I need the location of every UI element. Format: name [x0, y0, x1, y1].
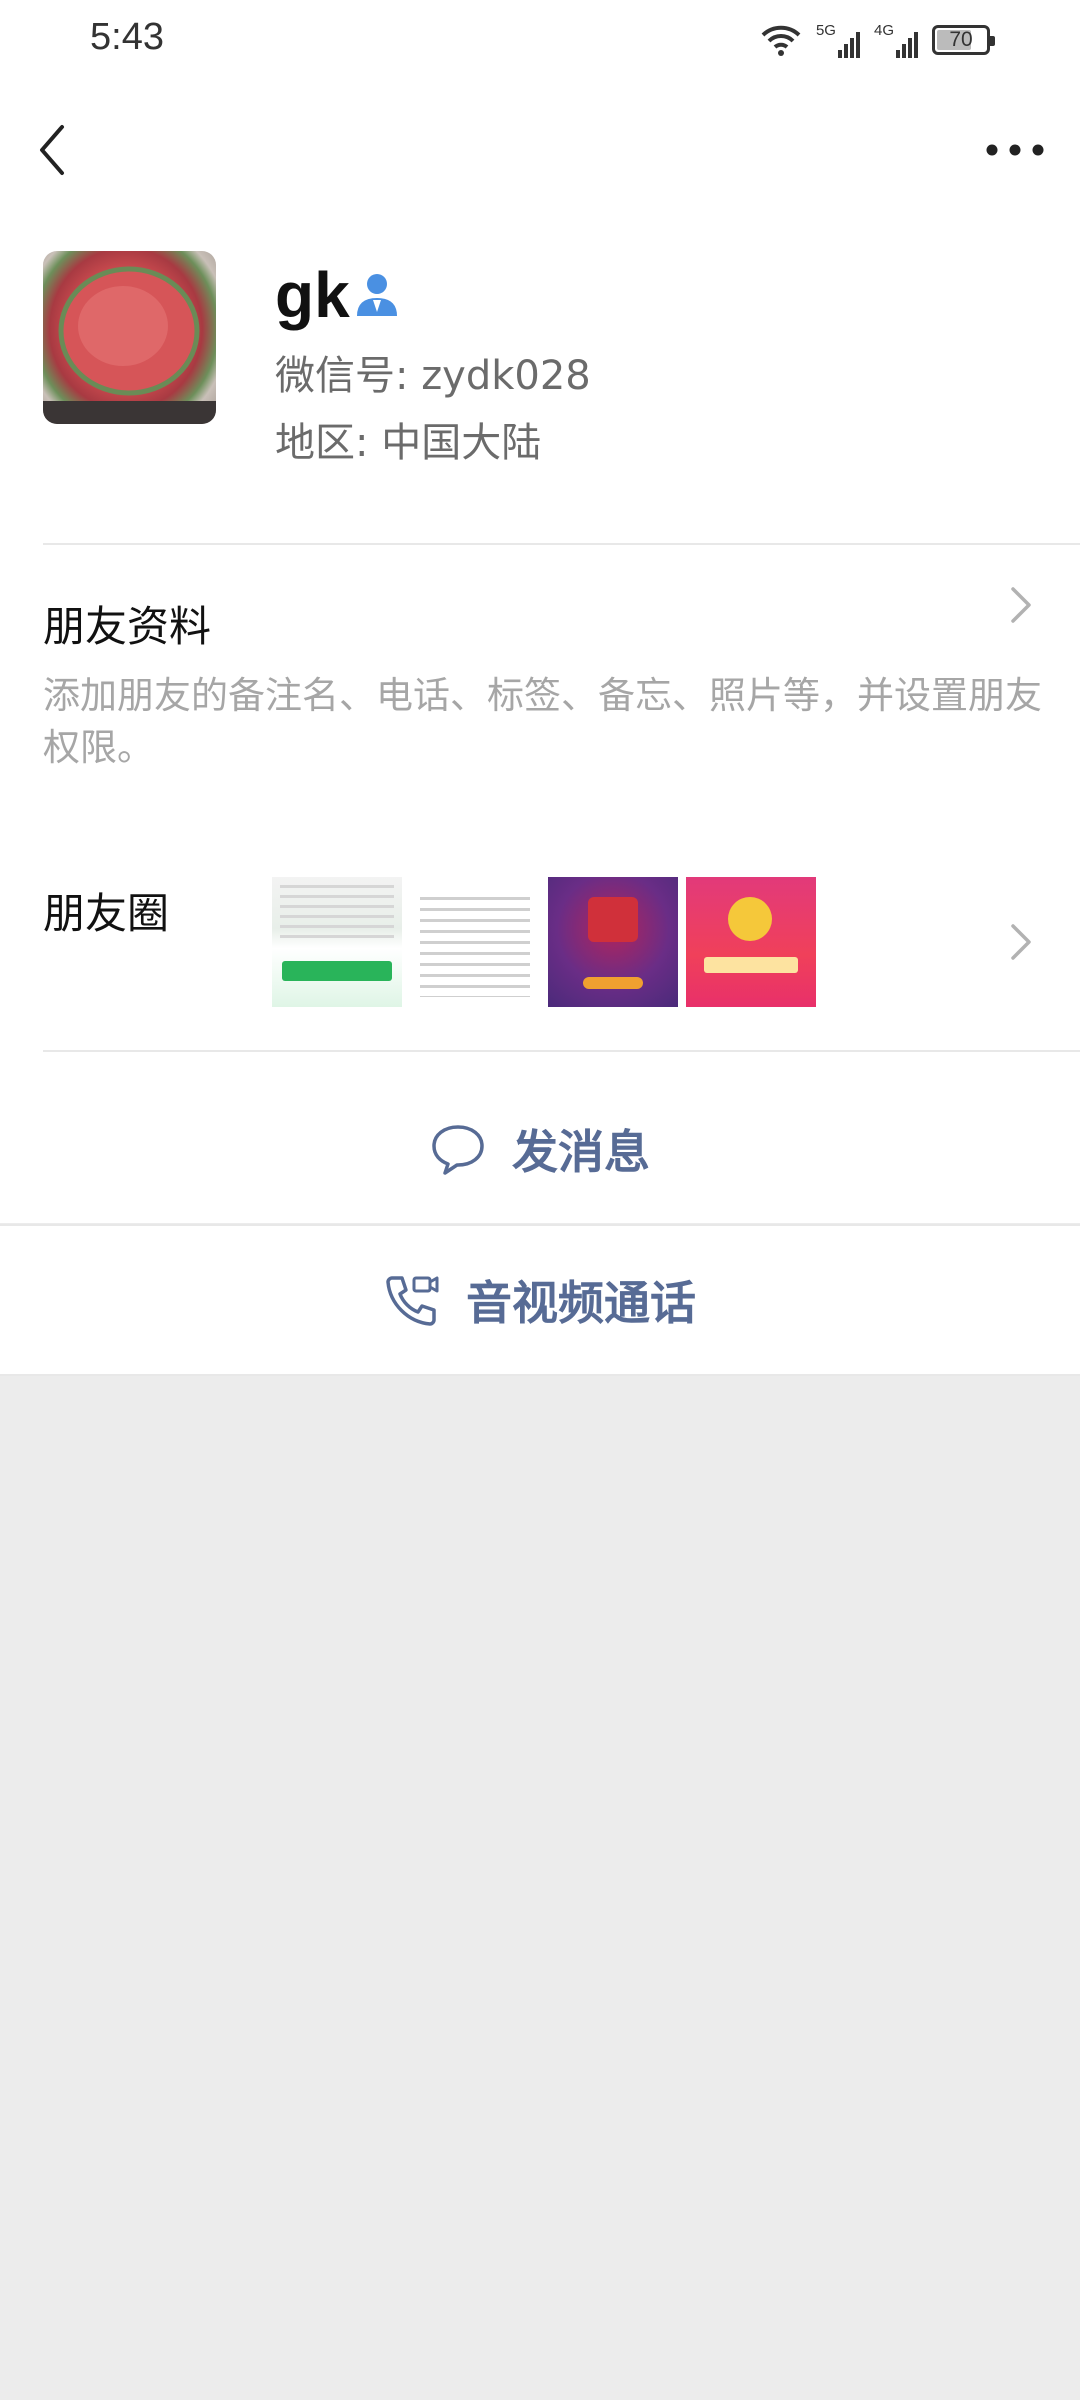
battery-level: 70 [949, 28, 973, 51]
avatar-image [43, 266, 216, 424]
moments-thumbnail [410, 877, 540, 1007]
battery-icon: 70 [932, 25, 995, 55]
chevron-right-icon [1011, 587, 1031, 623]
friend-info-description: 添加朋友的备注名、电话、标签、备忘、照片等，并设置朋友权限。 [43, 674, 1042, 769]
phone-video-icon [386, 1276, 439, 1326]
more-button[interactable] [980, 135, 1050, 165]
divider [0, 1374, 1080, 1376]
moments-title: 朋友圈 [43, 889, 170, 938]
moments-thumbnail [272, 877, 402, 1007]
moments-thumbnail [548, 877, 678, 1007]
status-icons: 5G 4G 70 [760, 20, 995, 60]
video-call-label: 音视频通话 [466, 1276, 696, 1330]
chevron-left-icon [40, 125, 64, 175]
moments-row[interactable]: 朋友圈 [0, 835, 1080, 1050]
send-message-label: 发消息 [512, 1125, 650, 1179]
video-call-button[interactable]: 音视频通话 [0, 1226, 1080, 1374]
contact-person-icon [357, 274, 397, 316]
contact-name: gk [275, 259, 350, 331]
back-button[interactable] [30, 115, 80, 185]
wifi-icon [761, 25, 801, 56]
send-message-button[interactable]: 发消息 [0, 1075, 1080, 1223]
moments-thumbnails [272, 877, 816, 1007]
network-label-5g: 5G [815, 22, 836, 39]
nav-bar [0, 80, 1080, 210]
avatar[interactable] [43, 251, 216, 424]
ellipsis-icon [986, 144, 1044, 156]
friend-info-title: 朋友资料 [43, 602, 212, 651]
status-bar: 5:43 5G 4G 70 [0, 0, 1080, 80]
chevron-right-icon [1011, 924, 1031, 960]
chat-bubble-icon [432, 1125, 484, 1175]
network-label-4g: 4G [873, 22, 894, 39]
wechat-id: 微信号: zydk028 [275, 353, 591, 399]
signal-5g-indicator: 5G [816, 22, 860, 58]
signal-4g-indicator: 4G [874, 22, 918, 58]
profile-section: gk 微信号: zydk028 地区: 中国大陆 [0, 210, 1080, 540]
status-time: 5:43 [90, 16, 164, 58]
region: 地区: 中国大陆 [275, 420, 542, 466]
friend-info-row[interactable]: 朋友资料 添加朋友的备注名、电话、标签、备忘、照片等，并设置朋友权限。 [0, 545, 1080, 810]
moments-thumbnail [686, 877, 816, 1007]
divider [43, 1050, 1080, 1052]
